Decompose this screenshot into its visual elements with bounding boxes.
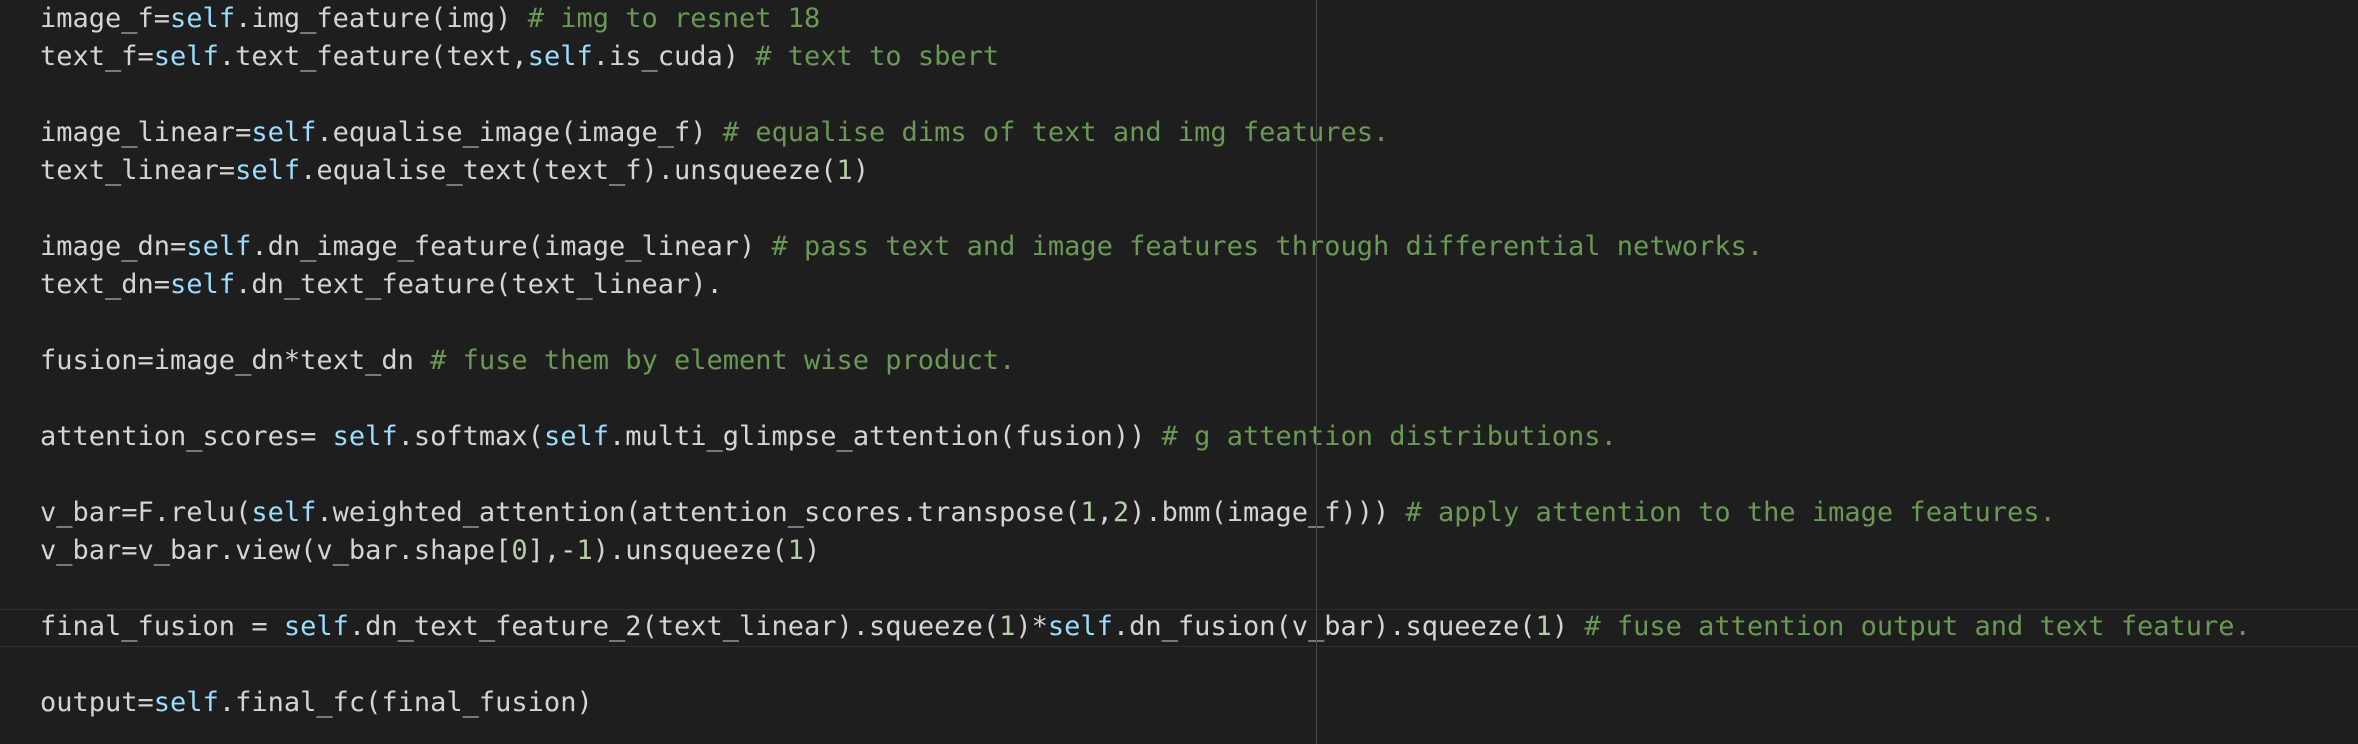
- code-token: ,: [1096, 497, 1113, 528]
- code-line[interactable]: image_linear=self.equalise_image(image_f…: [40, 114, 2251, 152]
- code-token: output=: [40, 687, 154, 718]
- code-comment: # fuse them by element wise product.: [430, 345, 1016, 376]
- code-token: .dn_text_feature(text_linear).: [235, 269, 723, 300]
- code-token: .multi_glimpse_attention(fusion)): [608, 421, 1162, 452]
- number-literal: 2: [1112, 497, 1130, 528]
- code-token: text_f=: [40, 41, 154, 72]
- code-line[interactable]: [40, 456, 2251, 494]
- self-keyword: self: [170, 3, 236, 34]
- self-keyword: self: [527, 41, 593, 72]
- code-line[interactable]: final_fusion = self.dn_text_feature_2(te…: [40, 608, 2251, 646]
- code-comment: # img to resnet 18: [527, 3, 821, 34]
- code-line[interactable]: v_bar=v_bar.view(v_bar.shape[0],-1).unsq…: [40, 532, 2251, 570]
- code-line[interactable]: v_bar=F.relu(self.weighted_attention(att…: [40, 494, 2251, 532]
- code-line[interactable]: attention_scores= self.softmax(self.mult…: [40, 418, 2251, 456]
- code-token: .equalise_image(image_f): [316, 117, 723, 148]
- code-line[interactable]: [40, 380, 2251, 418]
- code-token: .is_cuda): [592, 41, 756, 72]
- code-token: text_dn=: [40, 269, 171, 300]
- number-literal: 1: [999, 611, 1016, 642]
- code-token: .img_feature(img): [235, 3, 528, 34]
- code-line[interactable]: fusion=image_dn*text_dn # fuse them by e…: [40, 342, 2251, 380]
- self-keyword: self: [235, 155, 301, 186]
- self-keyword: self: [153, 687, 219, 718]
- code-token: ).bmm(image_f))): [1129, 497, 1406, 528]
- number-literal: 1: [1080, 497, 1097, 528]
- code-token: v_bar=v_bar.view(v_bar.shape[: [40, 535, 512, 566]
- code-token: text_linear=: [40, 155, 236, 186]
- column-ruler: [1316, 0, 1317, 744]
- code-token: ).unsqueeze(: [592, 535, 788, 566]
- code-token: .text_feature(text,: [218, 41, 528, 72]
- code-token: ): [852, 155, 870, 186]
- code-line[interactable]: text_f=self.text_feature(text,self.is_cu…: [40, 38, 2251, 76]
- code-area[interactable]: image_f=self.img_feature(img) # img to r…: [40, 0, 2251, 722]
- self-keyword: self: [1047, 611, 1113, 642]
- code-line[interactable]: output=self.final_fc(final_fusion): [40, 684, 2251, 722]
- code-line[interactable]: text_linear=self.equalise_text(text_f).u…: [40, 152, 2251, 190]
- code-token: .dn_text_feature_2(text_linear).squeeze(: [348, 611, 1000, 642]
- self-keyword: self: [251, 497, 317, 528]
- code-token: .dn_image_feature(image_linear): [251, 231, 772, 262]
- code-line[interactable]: image_f=self.img_feature(img) # img to r…: [40, 0, 2251, 38]
- code-comment: # equalise dims of text and img features…: [722, 117, 1390, 148]
- self-keyword: self: [153, 41, 219, 72]
- code-token: .dn_fusion(v_bar).squeeze(: [1112, 611, 1536, 642]
- code-token: .equalise_text(text_f).unsqueeze(: [300, 155, 837, 186]
- code-comment: # apply attention to the image features.: [1405, 497, 2056, 528]
- self-keyword: self: [283, 611, 349, 642]
- code-token: final_fusion =: [40, 611, 284, 642]
- self-keyword: self: [332, 421, 398, 452]
- code-line[interactable]: [40, 304, 2251, 342]
- code-line[interactable]: text_dn=self.dn_text_feature(text_linear…: [40, 266, 2251, 304]
- code-line[interactable]: image_dn=self.dn_image_feature(image_lin…: [40, 228, 2251, 266]
- number-literal: 0: [511, 535, 528, 566]
- code-line[interactable]: [40, 570, 2251, 608]
- code-token: .final_fc(final_fusion): [218, 687, 593, 718]
- code-line[interactable]: [40, 190, 2251, 228]
- code-line[interactable]: [40, 76, 2251, 114]
- code-token: ): [804, 535, 821, 566]
- self-keyword: self: [186, 231, 252, 262]
- code-line[interactable]: [40, 646, 2251, 684]
- code-token: image_dn=: [40, 231, 187, 262]
- number-literal: 1: [1535, 611, 1552, 642]
- code-editor[interactable]: image_f=self.img_feature(img) # img to r…: [0, 0, 2358, 744]
- code-comment: # text to sbert: [755, 41, 1000, 72]
- code-token: .weighted_attention(attention_scores.tra…: [316, 497, 1081, 528]
- code-token: .softmax(: [397, 421, 544, 452]
- code-token: v_bar=F.relu(: [40, 497, 252, 528]
- number-literal: 1: [576, 535, 593, 566]
- code-comment: # fuse attention output and text feature…: [1584, 611, 2251, 642]
- code-token: )*: [1015, 611, 1048, 642]
- number-literal: 1: [787, 535, 805, 566]
- code-token: attention_scores=: [40, 421, 333, 452]
- self-keyword: self: [543, 421, 609, 452]
- code-token: image_f=: [40, 3, 171, 34]
- self-keyword: self: [170, 269, 236, 300]
- code-comment: # pass text and image features through d…: [771, 231, 1764, 262]
- code-token: ): [1551, 611, 1585, 642]
- number-literal: 1: [836, 155, 853, 186]
- code-token: image_linear=: [40, 117, 252, 148]
- code-comment: # g attention distributions.: [1161, 421, 1617, 452]
- code-token: ],-: [527, 535, 577, 566]
- code-token: fusion=image_dn*text_dn: [40, 345, 431, 376]
- self-keyword: self: [251, 117, 317, 148]
